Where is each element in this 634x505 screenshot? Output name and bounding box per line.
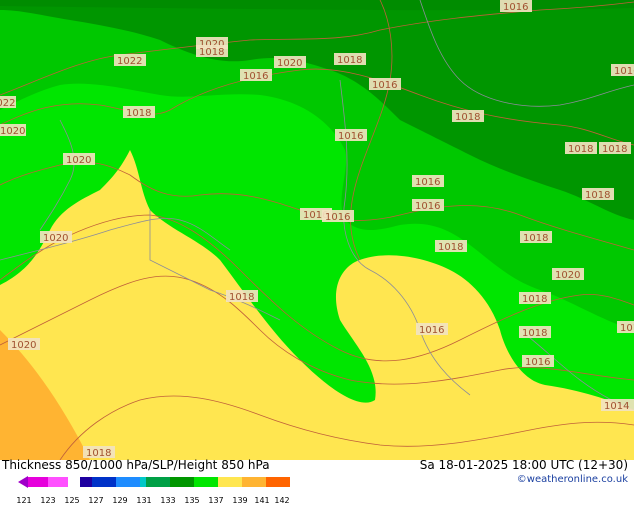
isobar-label: 1022 xyxy=(0,96,16,109)
svg-text:1020: 1020 xyxy=(11,340,36,351)
color-legend: 121 123 125 127 129 131 133 135 137 139 … xyxy=(16,473,318,505)
legend-swatch xyxy=(218,477,242,487)
legend-swatch xyxy=(68,477,80,487)
svg-text:1020: 1020 xyxy=(0,126,25,137)
isobar-label: 1014 xyxy=(601,399,634,412)
isobar-label: 1018 xyxy=(599,142,631,155)
legend-tick: 141 xyxy=(254,496,270,505)
svg-text:1016: 1016 xyxy=(503,2,528,13)
isobar-label: 1016 xyxy=(369,78,401,91)
isobar-label: 1016 xyxy=(416,323,448,336)
svg-text:1018: 1018 xyxy=(523,233,548,244)
legend-tick: 127 xyxy=(88,496,104,505)
svg-text:1016: 1016 xyxy=(325,212,350,223)
isobar-label: 1016 xyxy=(522,355,554,368)
svg-text:1018: 1018 xyxy=(602,144,627,155)
svg-text:1016: 1016 xyxy=(415,177,440,188)
isobar-label: 1022 xyxy=(114,54,146,67)
map-title: Thickness 850/1000 hPa/SLP/Height 850 hP… xyxy=(2,458,270,472)
isobar-label: 1018 xyxy=(452,110,484,123)
legend-swatch xyxy=(140,477,146,487)
isobar-label: 1018 xyxy=(196,45,228,58)
legend-tick: 125 xyxy=(64,496,80,505)
isobar-label: 1018 xyxy=(520,231,552,244)
legend-swatch xyxy=(146,477,170,487)
svg-text:1018: 1018 xyxy=(229,292,254,303)
svg-text:1018: 1018 xyxy=(455,112,480,123)
valid-time: Sa 18-01-2025 18:00 UTC (12+30) xyxy=(419,458,628,472)
isobar-label: 1018 xyxy=(519,292,551,305)
isobar-label: 1018 xyxy=(334,53,366,66)
legend-tick: 131 xyxy=(136,496,152,505)
isobar-label: 1018 xyxy=(519,326,551,339)
isobar-label: 1016 xyxy=(500,0,532,13)
weather-map: 1016 1020 1018 1022 1018 1016 1020 1016 … xyxy=(0,0,634,460)
isobar-label: 1016 xyxy=(240,69,272,82)
svg-text:1020: 1020 xyxy=(43,233,68,244)
svg-text:1020: 1020 xyxy=(277,58,302,69)
legend-swatch xyxy=(170,477,194,487)
isobar-label: 1018 xyxy=(582,188,614,201)
legend-swatch xyxy=(48,477,68,487)
isobar-label: 1016 xyxy=(412,175,444,188)
legend-tick: 139 xyxy=(232,496,248,505)
legend-arrow-left xyxy=(18,476,28,488)
legend-tick: 121 xyxy=(16,496,32,505)
isobar-label: 1016 xyxy=(412,199,444,212)
legend-tick: 142 xyxy=(274,496,290,505)
legend-swatch xyxy=(92,477,116,487)
svg-text:1016: 1016 xyxy=(243,71,268,82)
isobar-label: 1018 xyxy=(617,321,634,334)
isobar-label: 1020 xyxy=(63,153,95,166)
svg-text:1016: 1016 xyxy=(415,201,440,212)
svg-text:1014: 1014 xyxy=(604,401,629,412)
legend-swatch xyxy=(266,477,290,487)
legend-swatch xyxy=(116,477,140,487)
svg-text:1020: 1020 xyxy=(66,155,91,166)
legend-tick: 129 xyxy=(112,496,128,505)
map-footer: Thickness 850/1000 hPa/SLP/Height 850 hP… xyxy=(0,458,634,505)
svg-text:1022: 1022 xyxy=(0,98,15,109)
isobar-label: 1020 xyxy=(8,338,40,351)
isobar-label: 1018 xyxy=(435,240,467,253)
svg-text:1016: 1016 xyxy=(338,131,363,142)
isobar-label: 1016 xyxy=(611,64,634,77)
svg-text:1018: 1018 xyxy=(522,328,547,339)
legend-swatch xyxy=(194,477,218,487)
isobar-label: 1018 xyxy=(226,290,258,303)
svg-text:1016: 1016 xyxy=(372,80,397,91)
isobar-label: 1016 xyxy=(335,129,367,142)
svg-text:1018: 1018 xyxy=(438,242,463,253)
svg-text:1018: 1018 xyxy=(337,55,362,66)
legend-tick: 135 xyxy=(184,496,200,505)
svg-text:1018: 1018 xyxy=(568,144,593,155)
legend-tick: 123 xyxy=(40,496,56,505)
svg-text:1022: 1022 xyxy=(117,56,142,67)
credit-link[interactable]: ©weatheronline.co.uk xyxy=(517,474,628,485)
isobar-label: 1018 xyxy=(123,106,155,119)
svg-text:1016: 1016 xyxy=(419,325,444,336)
isobar-label: 1020 xyxy=(40,231,72,244)
isobar-label: 1018 xyxy=(565,142,597,155)
svg-text:1018: 1018 xyxy=(620,323,634,334)
svg-text:1020: 1020 xyxy=(555,270,580,281)
legend-swatch xyxy=(28,477,48,487)
legend-swatch xyxy=(80,477,92,487)
legend-tick: 133 xyxy=(160,496,176,505)
isobar-label: 1016 xyxy=(322,210,354,223)
svg-text:1018: 1018 xyxy=(522,294,547,305)
isobar-label: 1020 xyxy=(0,124,26,137)
svg-text:1016: 1016 xyxy=(614,66,634,77)
svg-text:1018: 1018 xyxy=(585,190,610,201)
isobar-label: 1020 xyxy=(552,268,584,281)
legend-swatch xyxy=(242,477,266,487)
svg-text:1018: 1018 xyxy=(199,47,224,58)
svg-text:1018: 1018 xyxy=(126,108,151,119)
svg-text:1016: 1016 xyxy=(525,357,550,368)
isobar-label: 1020 xyxy=(274,56,306,69)
legend-tick: 137 xyxy=(208,496,224,505)
